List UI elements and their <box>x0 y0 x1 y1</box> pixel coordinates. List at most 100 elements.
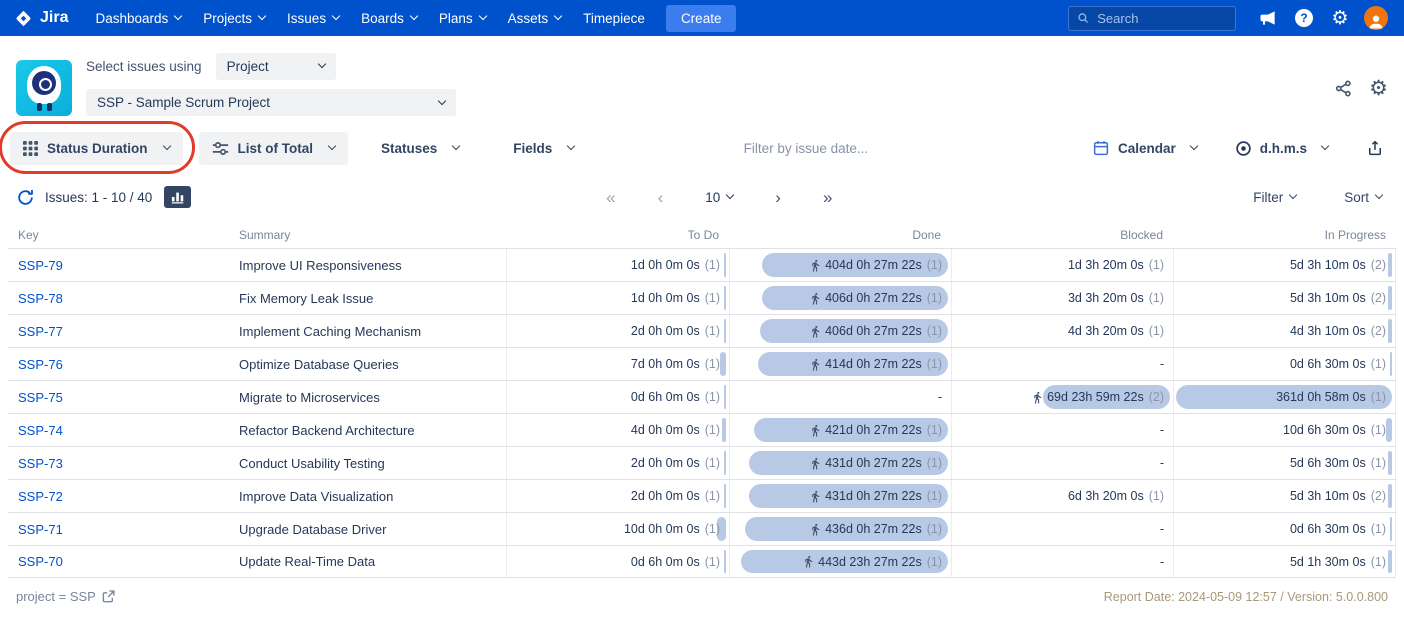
issue-count: (1) <box>927 423 942 437</box>
report-settings-button[interactable]: ⚙ <box>1369 78 1388 99</box>
issue-key-cell: SSP-72 <box>8 480 229 512</box>
select-mode-dropdown[interactable]: Project <box>216 53 336 80</box>
search-input[interactable] <box>1095 10 1227 27</box>
blocked-cell: 6d 3h 20m 0s(1) <box>951 480 1173 512</box>
issue-count: (1) <box>1371 390 1386 404</box>
nav-item-boards[interactable]: Boards <box>350 0 428 36</box>
search-box[interactable] <box>1068 6 1236 31</box>
first-page-button[interactable]: « <box>600 188 621 207</box>
issue-date-filter-input[interactable] <box>742 140 932 157</box>
time-format-dropdown[interactable]: d.h.m.s <box>1229 139 1334 158</box>
page-size-dropdown[interactable]: 10 <box>699 189 739 206</box>
done-cell: 436d 0h 27m 22s(1) <box>729 513 951 545</box>
column-header-done: Done <box>729 222 951 248</box>
jql-query[interactable]: project = SSP <box>16 589 115 604</box>
help-button[interactable]: ? <box>1286 3 1322 33</box>
issue-key-link[interactable]: SSP-77 <box>18 324 63 339</box>
refresh-button[interactable] <box>16 188 35 207</box>
duration-bar <box>1388 550 1392 573</box>
in-progress-cell: 0d 6h 30m 0s(1) <box>1173 513 1396 545</box>
issue-count: (1) <box>705 324 720 338</box>
sort-label: Sort <box>1344 190 1369 205</box>
create-button[interactable]: Create <box>666 5 737 32</box>
duration-value: 406d 0h 27m 22s(1) <box>809 291 942 305</box>
duration-value: 404d 0h 27m 22s(1) <box>809 258 942 272</box>
duration-value: - <box>1160 423 1164 437</box>
duration-value: 0d 6h 0m 0s(1) <box>631 555 720 569</box>
in-progress-cell: 0d 6h 30m 0s(1) <box>1173 348 1396 380</box>
grid-icon <box>23 141 38 156</box>
duration-value: 10d 0h 0m 0s(1) <box>624 522 720 536</box>
statuses-dropdown[interactable]: Statuses <box>368 132 472 165</box>
nav-item-plans[interactable]: Plans <box>428 0 497 36</box>
export-button[interactable] <box>1360 138 1390 158</box>
issue-count: (1) <box>705 258 720 272</box>
nav-item-timepiece[interactable]: Timepiece <box>572 0 656 36</box>
duration-value: 6d 3h 20m 0s(1) <box>1068 489 1164 503</box>
issue-key-link[interactable]: SSP-75 <box>18 390 63 405</box>
fields-dropdown[interactable]: Fields <box>500 132 587 165</box>
duration-value: 10d 6h 30m 0s(1) <box>1283 423 1386 437</box>
column-header-summary: Summary <box>229 222 506 248</box>
question-mark-icon: ? <box>1295 9 1313 27</box>
sort-dropdown[interactable]: Sort <box>1338 189 1388 206</box>
profile-button[interactable] <box>1358 3 1394 33</box>
nav-item-issues[interactable]: Issues <box>276 0 350 36</box>
issue-key-link[interactable]: SSP-70 <box>18 554 63 569</box>
issue-key-link[interactable]: SSP-76 <box>18 357 63 372</box>
time-format-label: d.h.m.s <box>1260 141 1307 156</box>
nav-item-projects[interactable]: Projects <box>192 0 276 36</box>
summary-cell: Fix Memory Leak Issue <box>229 282 506 314</box>
duration-value: 3d 3h 20m 0s(1) <box>1068 291 1164 305</box>
previous-page-button[interactable]: ‹ <box>652 188 670 207</box>
calendar-dropdown[interactable]: Calendar <box>1086 138 1203 158</box>
announcements-button[interactable] <box>1250 3 1286 33</box>
column-header-to-do: To Do <box>506 222 729 248</box>
issue-key-link[interactable]: SSP-78 <box>18 291 63 306</box>
issue-key-cell: SSP-78 <box>8 282 229 314</box>
jira-home-link[interactable]: Jira <box>14 9 68 28</box>
nav-item-label: Timepiece <box>583 11 645 26</box>
to-do-cell: 10d 0h 0m 0s(1) <box>506 513 729 545</box>
report-type-dropdown[interactable]: Status Duration <box>10 132 183 165</box>
share-icon <box>1334 79 1353 98</box>
nav-item-label: Plans <box>439 11 473 26</box>
duration-bar <box>724 286 726 310</box>
gear-icon: ⚙ <box>1369 78 1388 99</box>
share-button[interactable] <box>1334 79 1353 98</box>
list-type-label: List of Total <box>238 141 314 156</box>
issue-key-link[interactable]: SSP-74 <box>18 423 63 438</box>
filter-dropdown[interactable]: Filter <box>1247 189 1302 206</box>
page-size-value: 10 <box>705 190 720 205</box>
issue-key-link[interactable]: SSP-72 <box>18 489 63 504</box>
issue-key-cell: SSP-71 <box>8 513 229 545</box>
next-page-button[interactable]: › <box>769 188 787 207</box>
top-navigation: Jira DashboardsProjectsIssuesBoards Plans… <box>0 0 1404 36</box>
project-dropdown[interactable]: SSP - Sample Scrum Project <box>86 89 456 116</box>
runner-icon <box>809 325 822 338</box>
duration-bar <box>722 418 726 442</box>
last-page-button[interactable]: » <box>817 188 838 207</box>
chevron-down-icon <box>554 12 562 20</box>
chevron-down-icon <box>258 12 266 20</box>
chart-view-button[interactable] <box>164 186 191 208</box>
duration-value: 2d 0h 0m 0s(1) <box>631 489 720 503</box>
blocked-cell: 69d 23h 59m 22s(2) <box>951 381 1173 413</box>
issue-key-cell: SSP-73 <box>8 447 229 479</box>
duration-value: 7d 0h 0m 0s(1) <box>631 357 720 371</box>
issue-key-link[interactable]: SSP-71 <box>18 522 63 537</box>
sliders-icon <box>212 140 229 157</box>
settings-button[interactable]: ⚙ <box>1322 3 1358 33</box>
duration-value: 4d 0h 0m 0s(1) <box>631 423 720 437</box>
duration-value: 0d 6h 0m 0s(1) <box>631 390 720 404</box>
list-type-dropdown[interactable]: List of Total <box>199 132 349 165</box>
duration-value: - <box>1160 456 1164 470</box>
duration-value: 436d 0h 27m 22s(1) <box>809 522 942 536</box>
nav-item-assets[interactable]: Assets <box>497 0 573 36</box>
nav-item-dashboards[interactable]: Dashboards <box>84 0 192 36</box>
duration-value: 0d 6h 30m 0s(1) <box>1290 357 1386 371</box>
issue-count: (1) <box>1149 291 1164 305</box>
issue-key-link[interactable]: SSP-73 <box>18 456 63 471</box>
to-do-cell: 2d 0h 0m 0s(1) <box>506 447 729 479</box>
issue-key-link[interactable]: SSP-79 <box>18 258 63 273</box>
